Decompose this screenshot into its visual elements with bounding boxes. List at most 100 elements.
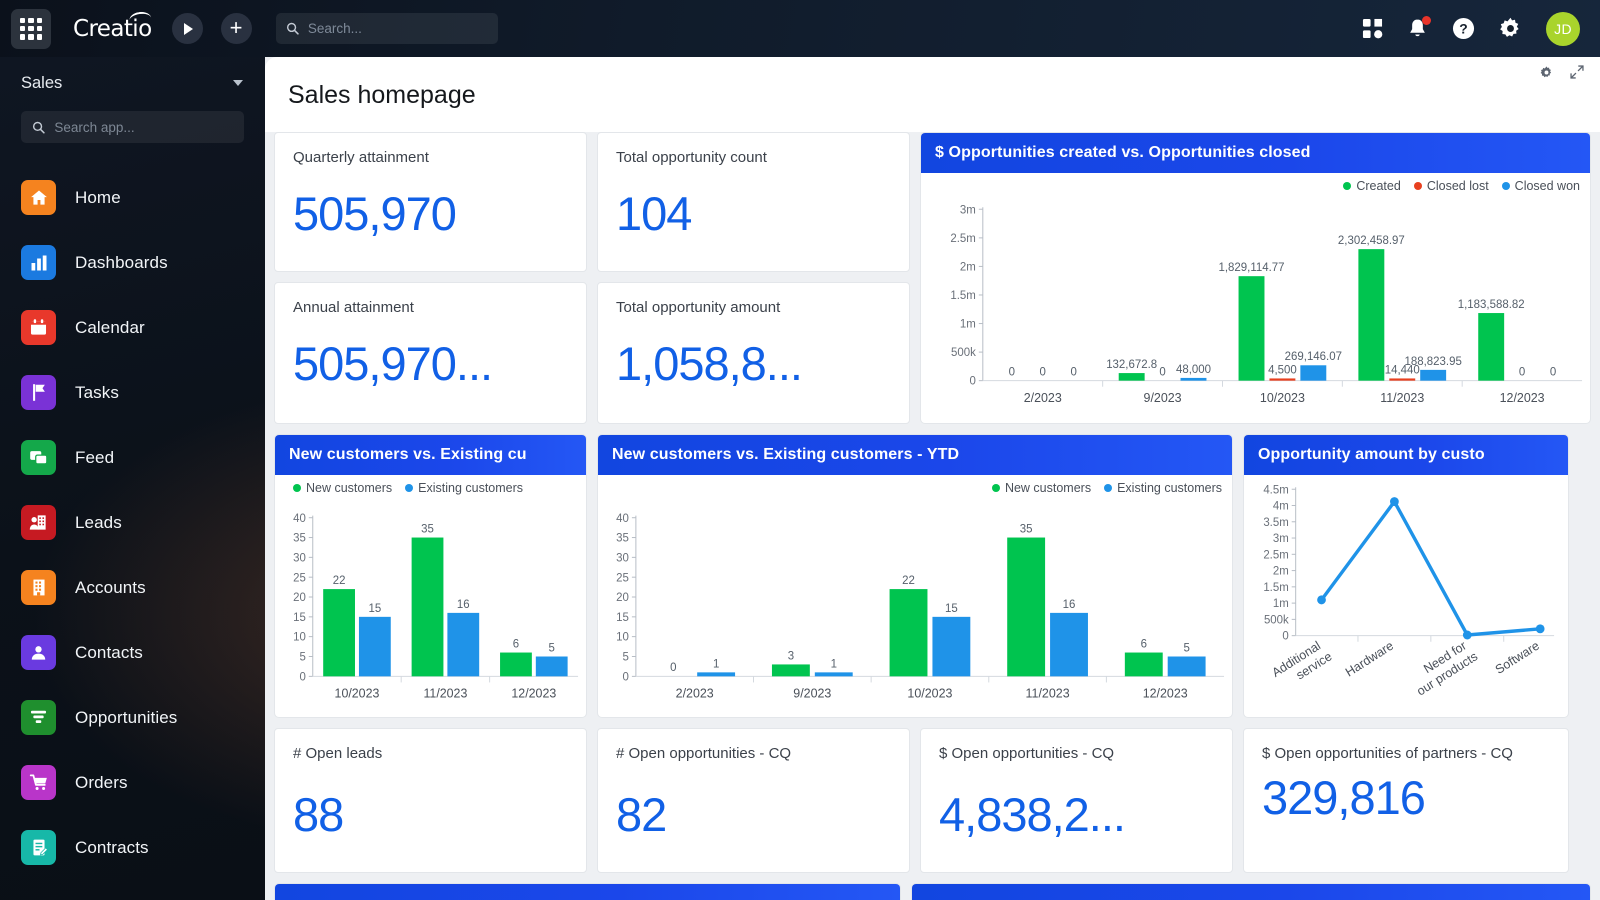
app-search-input[interactable] <box>54 120 233 135</box>
svg-text:1m: 1m <box>1273 598 1289 610</box>
svg-text:30: 30 <box>616 552 629 564</box>
global-search-input[interactable] <box>308 21 488 36</box>
sidebar-item-opportunities[interactable]: Opportunities <box>0 685 265 750</box>
svg-text:4m: 4m <box>1273 500 1289 512</box>
kpi-card[interactable]: # Open leads 88 <box>274 728 587 873</box>
svg-text:269,146.07: 269,146.07 <box>1285 351 1342 363</box>
svg-text:10/2023: 10/2023 <box>1260 391 1305 405</box>
settings-gear-icon[interactable] <box>1499 17 1522 40</box>
kpi-label: # Open leads <box>293 744 568 764</box>
svg-text:1,829,114.77: 1,829,114.77 <box>1219 262 1285 274</box>
app-search[interactable] <box>21 111 244 143</box>
svg-text:20: 20 <box>616 592 629 604</box>
run-process-button[interactable] <box>172 13 203 44</box>
widgets-icon[interactable] <box>1362 18 1383 39</box>
sidebar-item-leads[interactable]: Leads <box>0 490 265 555</box>
chart-body: CreatedClosed lostClosed won 0500k1m1.5m… <box>921 173 1590 423</box>
dashboard-row-3: # Open leads 88 # Open opportunities - C… <box>274 728 1591 873</box>
svg-text:0: 0 <box>1070 367 1076 379</box>
svg-text:25: 25 <box>616 572 629 584</box>
avatar-initials: JD <box>1554 21 1572 37</box>
play-icon <box>184 23 193 35</box>
chart-body: New customersExisting customers 05101520… <box>598 475 1232 717</box>
chart-title: Opportunity amount by custo <box>1244 435 1568 475</box>
chart-plot-area: 0500k1m1.5m2m2.5m3m3.5m4m4.5mAdditionals… <box>1244 475 1568 717</box>
kpi-label: Quarterly attainment <box>293 148 568 168</box>
svg-text:1.5m: 1.5m <box>950 290 975 302</box>
sidebar-item-contracts[interactable]: Contracts <box>0 815 265 880</box>
kpi-card[interactable]: $ Open opportunities - CQ 4,838,2... <box>920 728 1233 873</box>
kpi-card[interactable]: $ Open opportunities of partners - CQ 32… <box>1243 728 1569 873</box>
kpi-label: Total opportunity amount <box>616 298 891 318</box>
svg-text:12/2023: 12/2023 <box>511 687 556 701</box>
kpi-label: Total opportunity count <box>616 148 891 168</box>
sidebar-item-accounts[interactable]: Accounts <box>0 555 265 620</box>
chart-card[interactable]: New customers vs. Existing customers - Y… <box>597 434 1233 718</box>
svg-text:2.5m: 2.5m <box>950 233 975 245</box>
feed-icon <box>21 440 56 475</box>
page-card: Sales homepage <box>265 57 1600 900</box>
sidebar-item-feed[interactable]: Feed <box>0 425 265 490</box>
chart-card[interactable] <box>911 883 1591 900</box>
sidebar: Sales Home DashboardsCalendarTasksFeed Lea… <box>0 57 265 900</box>
svg-text:3: 3 <box>788 650 794 662</box>
kpi-card[interactable]: Total opportunity count 104 <box>597 132 910 272</box>
svg-text:1m: 1m <box>960 319 976 331</box>
chart-card[interactable]: Opportunity amount by custo 0500k1m1.5m2… <box>1243 434 1569 718</box>
kpi-value: 88 <box>293 791 568 838</box>
chart-card[interactable]: New customers vs. Existing cu New custom… <box>274 434 587 718</box>
svg-text:30: 30 <box>293 552 306 564</box>
sidebar-item-contacts[interactable]: Contacts <box>0 620 265 685</box>
app-launcher-icon[interactable] <box>11 9 51 49</box>
svg-text:188,823.95: 188,823.95 <box>1405 356 1462 368</box>
kpi-card[interactable]: Quarterly attainment 505,970 <box>274 132 587 272</box>
dashboard-row-2: New customers vs. Existing cu New custom… <box>274 434 1591 718</box>
brand-logo[interactable]: Creatio <box>73 16 152 42</box>
svg-text:25: 25 <box>293 572 306 584</box>
kpi-card[interactable]: Annual attainment 505,970... <box>274 282 587 424</box>
svg-text:15: 15 <box>293 612 306 624</box>
kpi-value: 505,970 <box>293 190 568 237</box>
svg-text:22: 22 <box>333 575 346 587</box>
svg-text:1: 1 <box>713 658 719 670</box>
kpi-value: 329,816 <box>1262 774 1550 821</box>
sidebar-item-label: Opportunities <box>75 708 177 728</box>
app-selector[interactable]: Sales <box>0 57 265 109</box>
svg-text:2.5m: 2.5m <box>1263 549 1288 561</box>
svg-text:0: 0 <box>1009 367 1015 379</box>
svg-text:500k: 500k <box>951 347 976 359</box>
sidebar-item-calendar[interactable]: Calendar <box>0 295 265 360</box>
sidebar-item-tasks[interactable]: Tasks <box>0 360 265 425</box>
page-header: Sales homepage <box>265 57 1600 132</box>
expand-fullscreen-icon[interactable] <box>1570 65 1584 79</box>
sidebar-item-label: Leads <box>75 513 122 533</box>
sidebar-item-orders[interactable]: Orders <box>0 750 265 815</box>
svg-text:3m: 3m <box>1273 533 1289 545</box>
chart-card[interactable] <box>274 883 901 900</box>
chart-title <box>275 884 900 900</box>
kpi-card[interactable]: Total opportunity amount 1,058,8... <box>597 282 910 424</box>
svg-text:5: 5 <box>549 642 555 654</box>
chart-plot-area: 0510152025303540012/2023319/2023221510/2… <box>598 475 1232 717</box>
add-button[interactable]: + <box>221 13 252 44</box>
global-search[interactable] <box>276 13 498 44</box>
sidebar-item-label: Contracts <box>75 838 149 858</box>
chart-card[interactable]: $ Opportunities created vs. Opportunitie… <box>920 132 1591 424</box>
sidebar-item-home[interactable]: Home <box>0 165 265 230</box>
app-selector-label: Sales <box>21 74 62 93</box>
notifications-icon[interactable] <box>1407 18 1428 40</box>
svg-text:Software: Software <box>1493 638 1542 677</box>
svg-text:6: 6 <box>1141 638 1147 650</box>
kpi-value: 4,838,2... <box>939 791 1214 838</box>
svg-text:15: 15 <box>369 603 382 615</box>
page-title: Sales homepage <box>288 81 476 110</box>
sidebar-item-label: Home <box>75 188 121 208</box>
user-avatar[interactable]: JD <box>1546 12 1580 46</box>
help-icon[interactable]: ? <box>1452 17 1475 40</box>
kpi-value: 505,970... <box>293 340 568 387</box>
sidebar-item-dashboards[interactable]: Dashboards <box>0 230 265 295</box>
svg-text:?: ? <box>1459 20 1467 36</box>
dashboard-settings-gear-icon[interactable] <box>1540 66 1553 79</box>
svg-text:5: 5 <box>1183 642 1189 654</box>
kpi-card[interactable]: # Open opportunities - CQ 82 <box>597 728 910 873</box>
